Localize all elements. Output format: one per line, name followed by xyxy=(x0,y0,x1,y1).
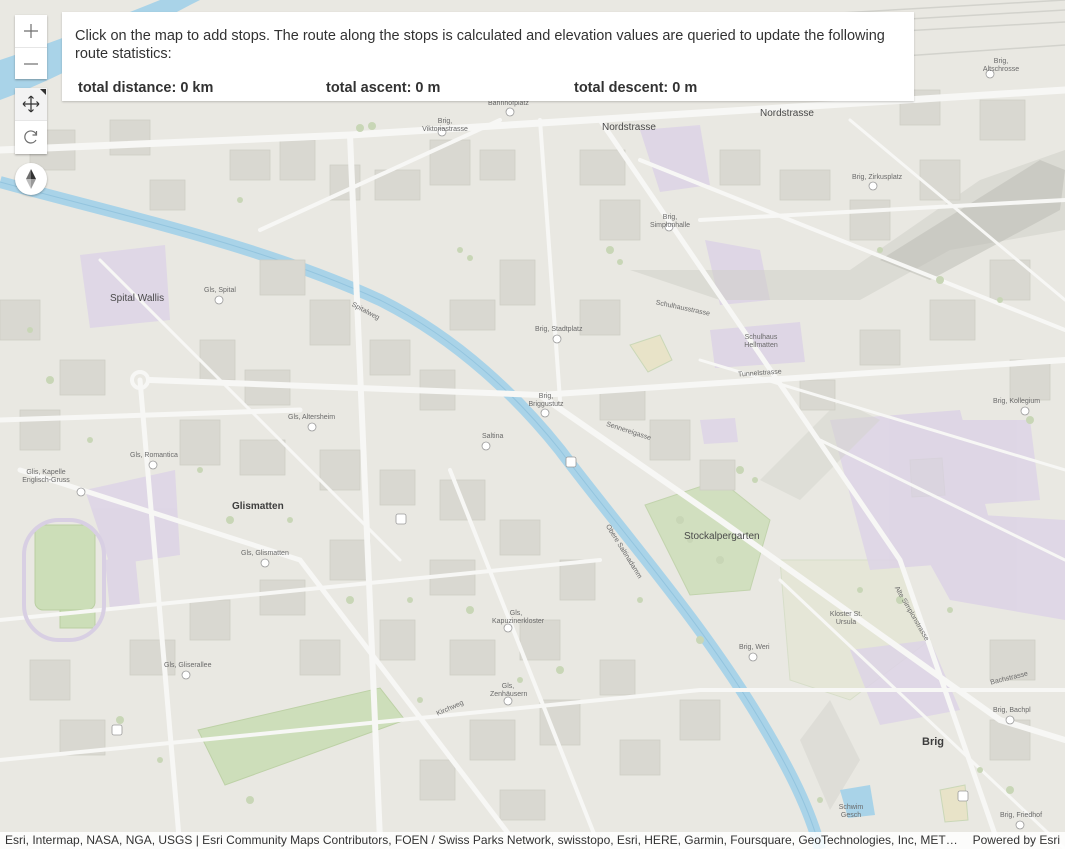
instructions-text: Click on the map to add stops. The route… xyxy=(75,28,885,62)
label-alterheim: Gls, Altersheim xyxy=(288,414,336,421)
label-simplonhalle: Brig, Simplonhalle xyxy=(649,214,691,229)
label-nordstrasse-1: Nordstrasse xyxy=(602,122,656,133)
label-zenhausern: Gls, Zenhäusern xyxy=(490,683,528,698)
map-view[interactable]: Bahnhofplatz Brig, Viktoriastrasse Nords… xyxy=(0,0,1065,849)
label-altschrosse: Brig, Altschrosse xyxy=(982,58,1020,73)
attribution-text[interactable]: Esri, Intermap, NASA, NGA, USGS | Esri C… xyxy=(5,833,960,847)
label-romantica: Gls, Romantica xyxy=(130,452,178,459)
label-glismatten: Glismatten xyxy=(232,501,284,512)
label-schwimmbad: Schwim Gesch xyxy=(838,804,864,819)
plus-icon xyxy=(24,24,38,38)
total-descent: total descent: 0 m xyxy=(574,80,698,96)
zoom-controls xyxy=(15,15,47,79)
label-schulhaus: Schulhaus Hellmatten xyxy=(744,334,778,349)
zoom-out-button[interactable] xyxy=(15,47,47,80)
minus-icon xyxy=(24,63,38,65)
label-nordstrasse-2: Nordstrasse xyxy=(760,108,814,119)
zoom-in-button[interactable] xyxy=(15,15,47,47)
pan-mode-button[interactable] xyxy=(15,88,47,120)
label-spital: Gls, Spital xyxy=(204,287,236,294)
label-stadtplatz: Brig, Stadtplatz xyxy=(535,326,583,333)
route-info-panel: Click on the map to add stops. The route… xyxy=(62,12,914,101)
label-kapelle: Glis, Kapelle Englisch-Gruss xyxy=(22,469,70,484)
powered-by-esri[interactable]: Powered by Esri xyxy=(973,833,1060,847)
compass-icon xyxy=(26,169,36,189)
navigation-toggle xyxy=(15,88,47,154)
label-weri: Brig, Weri xyxy=(739,644,770,651)
total-ascent: total ascent: 0 m xyxy=(326,80,441,96)
label-briggustutz: Brig, Briggustutz xyxy=(528,393,564,408)
compass-button[interactable] xyxy=(15,163,47,195)
label-viktoriastrasse-stop: Brig, Viktoriastrasse xyxy=(422,118,468,133)
label-gliserallee: Gls, Gliserallee xyxy=(164,662,212,669)
total-distance: total distance: 0 km xyxy=(78,80,214,96)
label-spital-wallis: Spital Wallis xyxy=(110,293,165,304)
label-bahnhofplatz: Bahnhofplatz xyxy=(488,100,529,107)
label-friedhof: Brig, Friedhof xyxy=(1000,812,1043,819)
label-kloster: Kloster St. Ursula xyxy=(829,611,863,626)
label-kollegium: Brig, Kollegium xyxy=(993,398,1041,405)
label-kapuzinerkloster: Gls, Kapuzinerkloster xyxy=(492,610,545,625)
label-bachpl: Brig, Bachpl xyxy=(993,707,1031,714)
route-statistics: total distance: 0 km total ascent: 0 m t… xyxy=(78,80,898,98)
pan-icon xyxy=(22,95,40,113)
label-zirkusplatz: Brig, Zirkusplatz xyxy=(852,174,903,181)
rotate-icon xyxy=(24,130,38,144)
label-brig: Brig xyxy=(922,736,944,748)
toggle-corner-indicator xyxy=(40,89,46,95)
basemap[interactable] xyxy=(0,0,1065,849)
label-glismatten-stop: Gls, Glismatten xyxy=(241,550,289,557)
label-stockalpergarten: Stockalpergarten xyxy=(684,531,760,542)
attribution-bar: Esri, Intermap, NASA, NGA, USGS | Esri C… xyxy=(0,832,1065,849)
label-saltina: Saltina xyxy=(482,433,504,440)
rotate-mode-button[interactable] xyxy=(15,120,47,153)
